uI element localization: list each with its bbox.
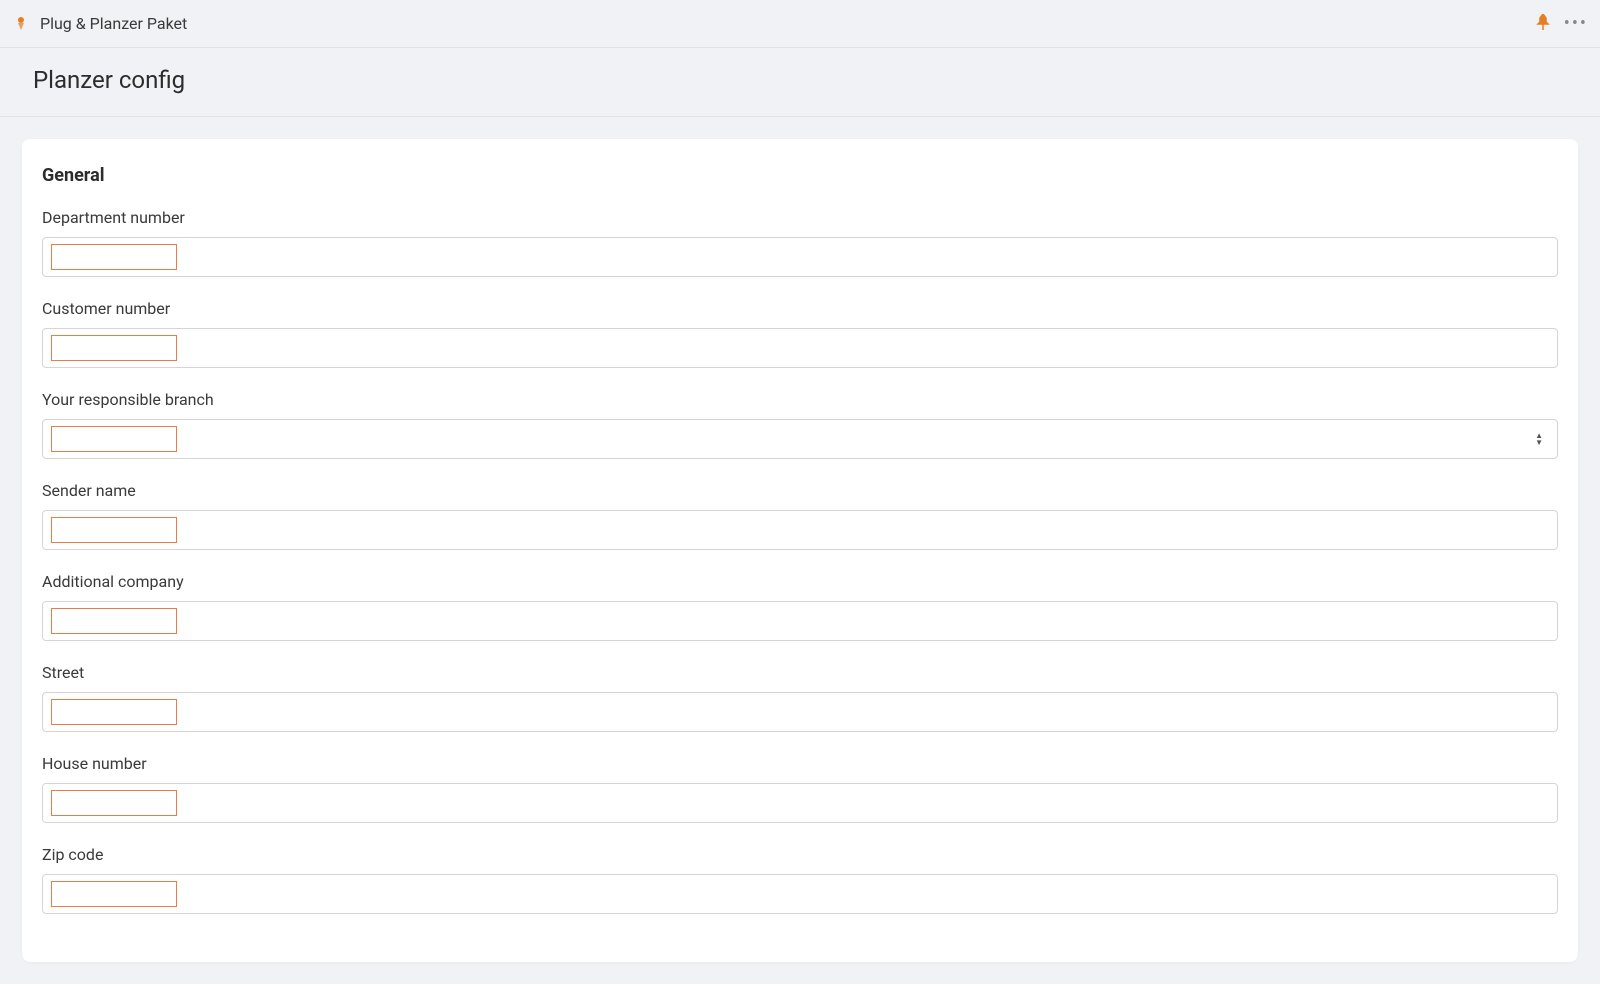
form-group-house-number: House number — [42, 754, 1558, 823]
page-title: Planzer config — [33, 66, 1567, 94]
select-responsible-branch[interactable]: ▲ ▼ — [42, 419, 1558, 459]
select-caret-icon: ▲ ▼ — [1535, 432, 1543, 446]
config-card: General Department number Customer numbe… — [22, 139, 1578, 962]
input-zip-code[interactable] — [42, 874, 1558, 914]
input-inner-box — [51, 244, 177, 270]
content-wrapper: General Department number Customer numbe… — [0, 117, 1600, 984]
form-group-sender-name: Sender name — [42, 481, 1558, 550]
app-title: Plug & Planzer Paket — [40, 14, 187, 33]
input-additional-company[interactable] — [42, 601, 1558, 641]
input-inner-box — [51, 517, 177, 543]
label-responsible-branch: Your responsible branch — [42, 390, 1558, 409]
input-inner-box — [51, 608, 177, 634]
input-street[interactable] — [42, 692, 1558, 732]
form-group-street: Street — [42, 663, 1558, 732]
label-additional-company: Additional company — [42, 572, 1558, 591]
label-customer-number: Customer number — [42, 299, 1558, 318]
input-inner-box — [51, 699, 177, 725]
input-customer-number[interactable] — [42, 328, 1558, 368]
input-inner-box — [51, 881, 177, 907]
form-group-additional-company: Additional company — [42, 572, 1558, 641]
section-title: General — [42, 165, 1558, 186]
top-bar-right: ••• — [1536, 14, 1588, 34]
form-group-department-number: Department number — [42, 208, 1558, 277]
label-house-number: House number — [42, 754, 1558, 773]
input-department-number[interactable] — [42, 237, 1558, 277]
form-group-responsible-branch: Your responsible branch ▲ ▼ — [42, 390, 1558, 459]
input-inner-box — [51, 790, 177, 816]
label-street: Street — [42, 663, 1558, 682]
label-sender-name: Sender name — [42, 481, 1558, 500]
input-inner-box — [51, 335, 177, 361]
pin-icon[interactable] — [1536, 14, 1550, 34]
form-group-customer-number: Customer number — [42, 299, 1558, 368]
page-header: Planzer config — [0, 48, 1600, 117]
label-department-number: Department number — [42, 208, 1558, 227]
input-house-number[interactable] — [42, 783, 1558, 823]
top-bar-left: Plug & Planzer Paket — [12, 14, 187, 33]
form-group-zip-code: Zip code — [42, 845, 1558, 914]
app-logo-icon — [12, 15, 30, 33]
top-bar: Plug & Planzer Paket ••• — [0, 0, 1600, 48]
more-options-icon[interactable]: ••• — [1564, 15, 1588, 33]
input-sender-name[interactable] — [42, 510, 1558, 550]
label-zip-code: Zip code — [42, 845, 1558, 864]
input-inner-box — [51, 426, 177, 452]
